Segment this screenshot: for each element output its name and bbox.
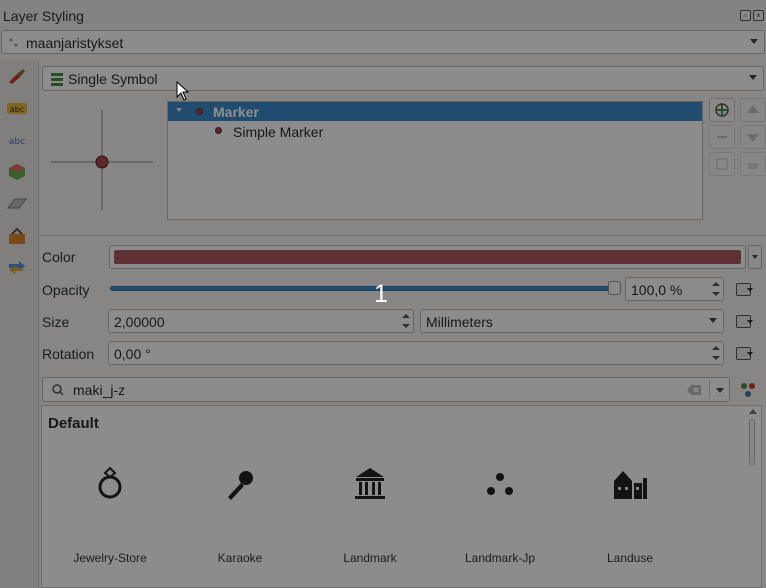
masks-icon[interactable]: abc: [5, 130, 29, 150]
opacity-data-defined-button[interactable]: [733, 279, 755, 299]
spin-arrows-icon[interactable]: [401, 312, 411, 330]
chevron-down-icon: [709, 318, 717, 323]
size-value: 2,00000: [114, 314, 165, 330]
move-up-button[interactable]: [740, 98, 766, 122]
opacity-value: 100,0 %: [631, 282, 683, 298]
symbol-item[interactable]: Landmark: [315, 465, 425, 588]
symbol-item[interactable]: Landmark-Jp: [445, 465, 555, 588]
opacity-spinbox[interactable]: 100,0 %: [625, 277, 724, 301]
svg-text:abc: abc: [9, 137, 25, 147]
size-unit-selector[interactable]: Millimeters: [420, 309, 724, 333]
three-dots-icon: [487, 473, 513, 495]
remove-layer-button[interactable]: [709, 125, 735, 149]
styling-sidebar: abc abc: [0, 60, 39, 588]
search-icon: [52, 384, 64, 396]
step-number: 1: [374, 280, 388, 308]
marker-dot-icon: [196, 108, 203, 115]
svg-text:abc: abc: [10, 105, 24, 114]
symbol-item[interactable]: Jewelry-Store: [55, 465, 165, 588]
scrollbar-thumb[interactable]: [749, 419, 755, 465]
rendering-icon[interactable]: [5, 258, 29, 278]
rotation-value: 0,00 °: [114, 346, 151, 362]
add-layer-button[interactable]: [709, 98, 735, 122]
size-spinbox[interactable]: 2,00000: [108, 309, 414, 333]
symbol-search-input[interactable]: maki_j-z: [42, 377, 730, 402]
mouse-cursor-icon: [176, 81, 190, 101]
renderer-value: Single Symbol: [68, 71, 158, 87]
paintbrush-icon[interactable]: [5, 66, 29, 86]
panel-title: Layer Styling: [3, 8, 84, 24]
symbol-preview: [51, 110, 153, 210]
symbol-name: Karaoke: [217, 551, 263, 565]
divider: [40, 235, 766, 236]
size-unit-value: Millimeters: [426, 314, 493, 330]
color-menu-button[interactable]: [748, 245, 762, 269]
color-swatch: [114, 250, 741, 264]
opacity-slider-handle[interactable]: [608, 281, 621, 295]
library-group-title: Default: [48, 415, 99, 432]
rotation-spinbox[interactable]: 0,00 °: [108, 341, 724, 365]
tree-expand-icon[interactable]: [176, 108, 182, 112]
scroll-up-icon[interactable]: [749, 409, 757, 414]
spin-arrows-icon[interactable]: [711, 280, 721, 298]
divider: [709, 380, 710, 399]
symbol-name: Landmark: [343, 551, 397, 565]
style-manager-icon[interactable]: [738, 380, 758, 400]
diagrams-icon[interactable]: [5, 194, 29, 214]
ring-icon: [98, 466, 122, 499]
lock-layer-button[interactable]: [740, 152, 766, 176]
layer-selector[interactable]: maanjaristykset: [1, 30, 765, 54]
spin-arrows-icon[interactable]: [711, 344, 721, 362]
landuse-icon: [614, 471, 647, 499]
symbol-name: Jewelry-Store: [73, 551, 147, 565]
tree-row-simple-marker[interactable]: Simple Marker: [233, 124, 323, 140]
point-layer-icon: [9, 38, 18, 47]
single-symbol-icon: [51, 73, 63, 86]
opacity-slider[interactable]: [110, 286, 618, 291]
symbol-name: Landmark-Jp: [464, 551, 536, 565]
rotation-data-defined-button[interactable]: [733, 343, 755, 363]
landmark-icon: [355, 468, 385, 499]
history-icon[interactable]: [5, 226, 29, 246]
duplicate-layer-button[interactable]: [709, 152, 735, 176]
color-label: Color: [42, 249, 76, 265]
float-icon[interactable]: ▫: [740, 10, 751, 21]
simple-marker-dot-icon: [215, 127, 222, 134]
rotation-label: Rotation: [42, 346, 95, 362]
move-down-button[interactable]: [740, 125, 766, 149]
dock-title-bar: [0, 0, 766, 30]
search-value: maki_j-z: [73, 382, 126, 398]
renderer-selector[interactable]: Single Symbol: [42, 66, 764, 91]
size-data-defined-button[interactable]: [733, 311, 755, 331]
chevron-down-icon[interactable]: [716, 388, 724, 393]
size-label: Size: [42, 314, 70, 330]
3d-view-icon[interactable]: [5, 162, 29, 182]
microphone-icon: [228, 471, 253, 500]
layer-selector-value: maanjaristykset: [26, 35, 124, 51]
chevron-down-icon: [752, 255, 758, 259]
close-icon[interactable]: ×: [753, 10, 764, 21]
symbol-item[interactable]: Karaoke: [185, 465, 295, 588]
opacity-label: Opacity: [42, 282, 90, 298]
chevron-down-icon: [749, 75, 757, 80]
dock-window-buttons: ▫ ×: [740, 10, 764, 21]
labels-icon[interactable]: abc: [5, 98, 29, 118]
tree-label-marker: Marker: [213, 104, 259, 120]
chevron-down-icon: [750, 39, 758, 44]
symbol-name: Landuse: [606, 551, 654, 565]
library-scrollbar[interactable]: [746, 407, 760, 588]
color-button[interactable]: [109, 245, 746, 269]
symbol-item[interactable]: Landuse: [575, 465, 685, 588]
clear-icon[interactable]: [686, 384, 702, 396]
